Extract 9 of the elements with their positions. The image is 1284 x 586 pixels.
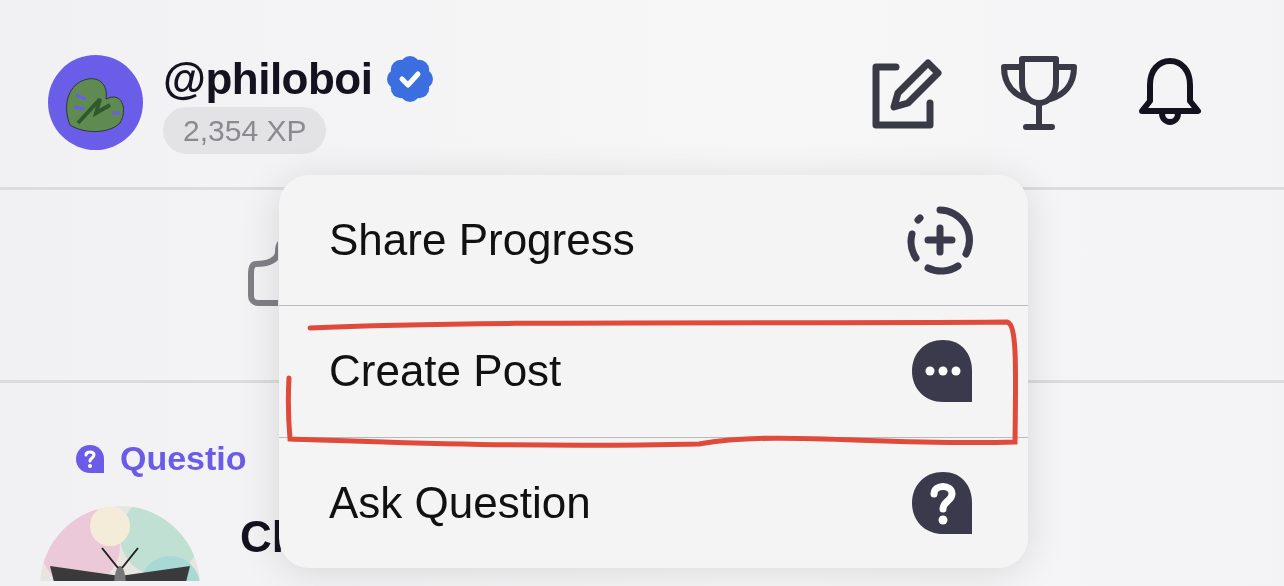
xp-badge: 2,354 XP [163,107,327,154]
add-circle-icon [904,204,976,277]
username: @philoboi [163,55,373,103]
avatar[interactable] [48,55,143,150]
category-label: Questio [120,439,247,478]
menu-item[interactable]: Share Progress [279,175,1028,306]
trophy-icon[interactable] [998,55,1078,131]
menu-item[interactable]: Create Post [279,305,1028,437]
question-bubble-icon [74,442,106,475]
